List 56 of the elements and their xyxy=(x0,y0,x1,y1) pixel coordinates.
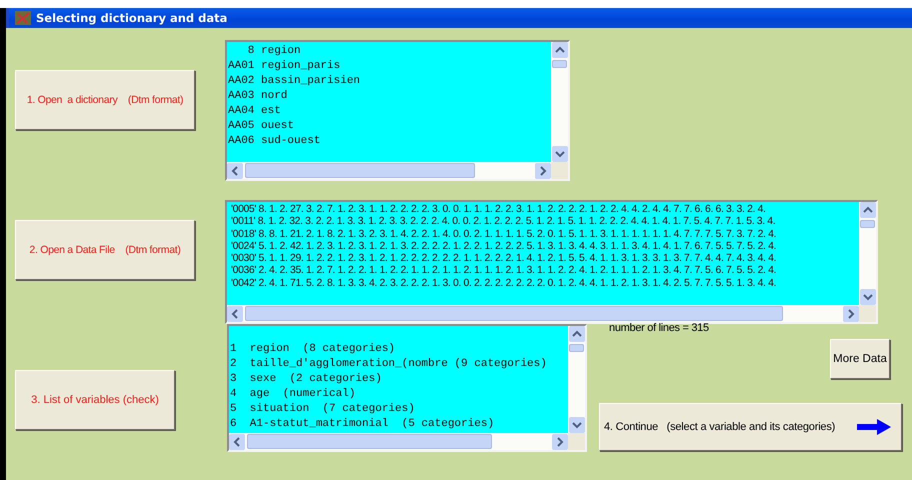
scroll-thumb[interactable] xyxy=(245,163,475,178)
line-count-label: number of lines = 315 xyxy=(609,322,710,334)
data-line: '0042' 2. 4. 1. 71. 5. 2. 8. 1. 3. 3. 4. 2. 3. 2. 2. 2. 1. 3. 0. 0. 2. 2. 2. 2. 2. 2. 2. 0. 1. 2. 4. 4. 1. 1. 2. 1. 3. 1. 4. 2. 5. 7. 7. 5. 5. 1. 3. 4. 4. xyxy=(231,278,778,290)
window-title: Selecting dictionary and data xyxy=(36,11,228,25)
scroll-thumb[interactable] xyxy=(245,306,783,321)
scroll-thumb[interactable] xyxy=(860,220,875,228)
data-line: '0018' 8. 8. 1. 21. 2. 1. 8. 2. 1. 3. 2. 3. 1. 4. 2. 2. 1. 4. 0. 0. 2. 1. 1. 1. 1. 5. 2. 0. 1. 5. 1. 1. 3. 1. 1. 1. 1. 1. 1. 4. 7. 7. 7. 5. 7. 3. 7. 2. 4. xyxy=(231,228,778,241)
app-icon xyxy=(15,11,31,25)
vertical-scrollbar[interactable] xyxy=(859,202,876,305)
scrollbar-corner xyxy=(551,162,568,179)
scroll-right-icon[interactable] xyxy=(843,306,859,322)
dictionary-line: AA06 sud-ouest xyxy=(228,134,322,149)
scroll-thumb[interactable] xyxy=(247,434,492,449)
scroll-down-icon[interactable] xyxy=(860,289,876,305)
horizontal-scrollbar[interactable] xyxy=(227,162,568,179)
scroll-up-icon[interactable] xyxy=(552,42,568,58)
variable-line: 4 age (numerical) xyxy=(230,387,356,402)
data-listbox[interactable] xyxy=(225,200,878,324)
scroll-down-icon[interactable] xyxy=(568,417,584,433)
data-line: '0030' 5. 1. 1. 29. 1. 2. 2. 1. 2. 3. 1. 2. 1. 2. 2. 2. 2. 2. 2. 1. 1. 2. 2. 2. 1. 4. 1. 2. 1. 5. 5. 4. 1. 1. 3. 1. 3. 3. 1. 3. 7. 7. 4. 4. 7. 4. 3. 4. 4. xyxy=(231,253,778,266)
vertical-scrollbar[interactable] xyxy=(568,326,585,433)
dictionary-line: AA01 region_paris xyxy=(228,59,342,74)
dictionary-line: 8 region xyxy=(246,44,302,59)
variable-line: 2 taille_d'agglomeration_(nombre (9 categories) xyxy=(230,357,548,372)
variable-line: 1 region (8 categories) xyxy=(230,342,396,357)
scroll-up-icon[interactable] xyxy=(860,202,876,218)
variable-line: 5 situation (7 categories) xyxy=(230,402,416,417)
dictionary-line: AA05 ouest xyxy=(228,119,296,134)
scroll-up-icon[interactable] xyxy=(568,326,584,342)
scroll-down-icon[interactable] xyxy=(552,146,568,162)
scroll-thumb[interactable] xyxy=(569,344,584,352)
variable-line: 3 sexe (2 categories) xyxy=(230,372,383,387)
variable-line: 6 A1-statut_matrimonial (5 categories) xyxy=(230,417,496,432)
scroll-thumb[interactable] xyxy=(552,60,567,68)
scroll-left-icon[interactable] xyxy=(227,162,243,178)
data-line: '0024' 5. 1. 2. 42. 1. 2. 3. 1. 2. 3. 1. 2. 1. 3. 2. 2. 2. 2. 1. 2. 2. 1. 2. 2. 2. 5. 1. 3. 1. 3. 4. 4. 3. 1. 1. 3. 4. 1. 4. 1. 7. 6. 7. 5. 5. 7. 5. 2. 4. xyxy=(231,240,778,254)
data-line: '0011' 8. 1. 2. 32. 3. 2. 2. 1. 3. 3. 1. 2. 3. 3. 2. 2. 2. 4. 0. 0. 2. 1. 2. 2. 2. 5. 1. 2. 1. 5. 1. 1. 2. 2. 2. 4. 4. 1. 4. 1. 7. 5. 4. 7. 7. 1. 5. 3. 4. xyxy=(231,216,776,229)
horizontal-scrollbar[interactable] xyxy=(229,433,585,450)
dictionary-line: AA03 nord xyxy=(228,89,288,104)
scroll-left-icon[interactable] xyxy=(227,306,243,322)
scroll-right-icon[interactable] xyxy=(535,162,551,178)
dictionary-line: AA02 bassin_parisien xyxy=(228,74,362,89)
vertical-scrollbar[interactable] xyxy=(551,42,568,162)
scrollbar-corner xyxy=(568,433,585,450)
scroll-left-icon[interactable] xyxy=(229,434,245,450)
scrollbar-corner xyxy=(859,305,876,322)
horizontal-scrollbar[interactable] xyxy=(227,305,876,322)
dictionary-line: AA04 est xyxy=(228,104,282,119)
more-data-button[interactable]: More Data xyxy=(830,339,890,379)
continue-button[interactable]: 4. Continue (select a variable and its categories) xyxy=(599,403,902,451)
right-arrow-icon xyxy=(857,419,891,435)
scroll-right-icon[interactable] xyxy=(552,434,568,450)
data-line: '0005' 8. 1. 2. 27. 3. 2. 7. 1. 2. 3. 1. 1. 2. 2. 2. 2. 3. 0. 0. 1. 1. 1. 2. 2. 3. 1. 1. 2. 2. 2. 2. 1. 2. 2. 4. 4. 2. 4. 4. 7. 7. 6. 6. 6. 3. 3. 2. 4. xyxy=(231,204,767,216)
dictionary-listbox[interactable]: 8 region AA01 region_paris AA02 bassin_parisien AA03 nord AA04 est AA05 ouest AA06 sud-ouest xyxy=(225,40,570,181)
data-line: '0036' 2. 4. 2. 35. 1. 2. 7. 1. 2. 2. 1. 1. 2. 2. 1. 1. 2. 1. 1. 2. 1. 1. 1. 2. 1. 3. 1. 1. 2. 2. 4. 1. 2. 1. 1. 1. 2. 1. 3. 4. 7. 7. 5. 6. 7. 5. 5. 2. 4. xyxy=(231,265,778,278)
variables-listbox[interactable]: 1 region (8 categories) 2 taille_d'agglomeration_(nombre (9 categories) 3 sexe (2 categories) 4 age (numerical) 5 situation (7 categories) 6 A1-statut_matrimonial (5 categories) xyxy=(227,324,587,452)
